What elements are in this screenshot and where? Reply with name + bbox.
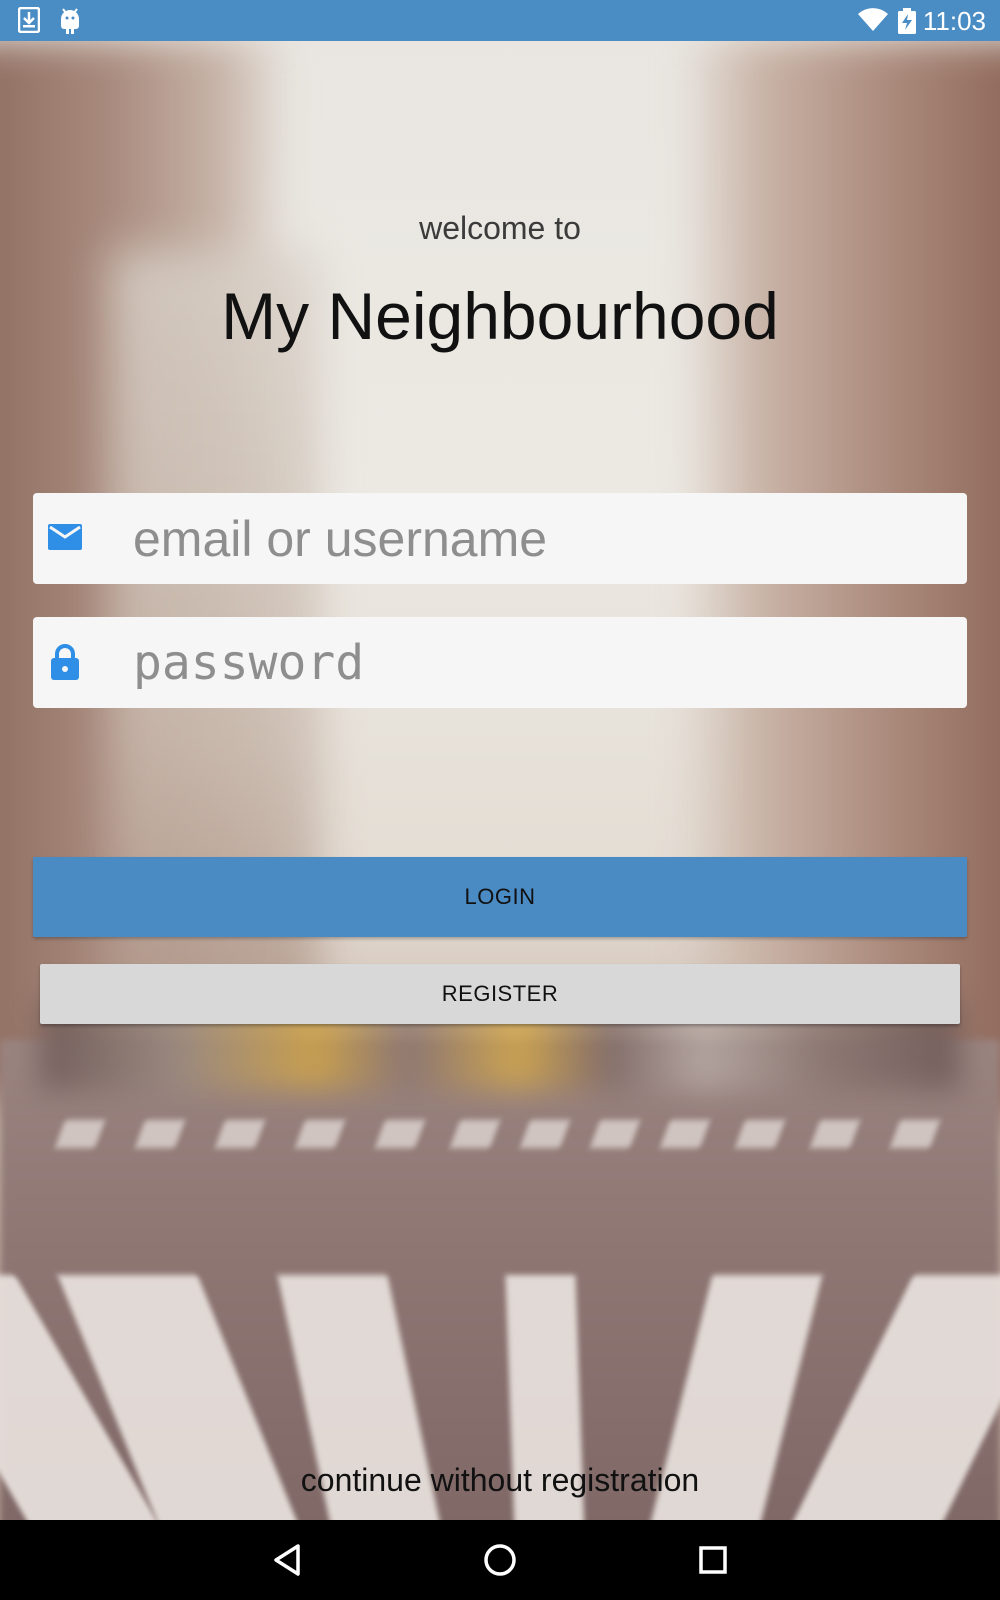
welcome-text: welcome to	[419, 210, 581, 246]
download-icon	[17, 6, 41, 38]
envelope-icon	[47, 519, 83, 557]
home-icon[interactable]	[480, 1540, 520, 1580]
recents-icon[interactable]	[693, 1540, 733, 1580]
navigation-bar	[0, 1520, 1000, 1600]
login-button[interactable]: LOGIN	[33, 857, 967, 937]
wifi-icon	[858, 8, 888, 37]
lock-icon	[47, 643, 83, 681]
back-icon[interactable]	[268, 1540, 308, 1580]
status-bar: 11:03	[0, 0, 1000, 41]
battery-charging-icon	[898, 8, 916, 39]
email-field[interactable]	[33, 493, 967, 584]
email-input[interactable]	[133, 493, 953, 584]
login-screen: 11:03 welcome to My Neighbourhood LOGIN …	[0, 0, 1000, 1600]
app-title: My Neighbourhood	[221, 279, 779, 353]
password-field[interactable]	[33, 617, 967, 708]
android-icon	[58, 7, 82, 40]
password-input[interactable]	[133, 617, 953, 708]
register-button[interactable]: REGISTER	[40, 964, 960, 1024]
status-time: 11:03	[922, 6, 986, 36]
continue-without-registration-link[interactable]: continue without registration	[0, 1462, 1000, 1499]
